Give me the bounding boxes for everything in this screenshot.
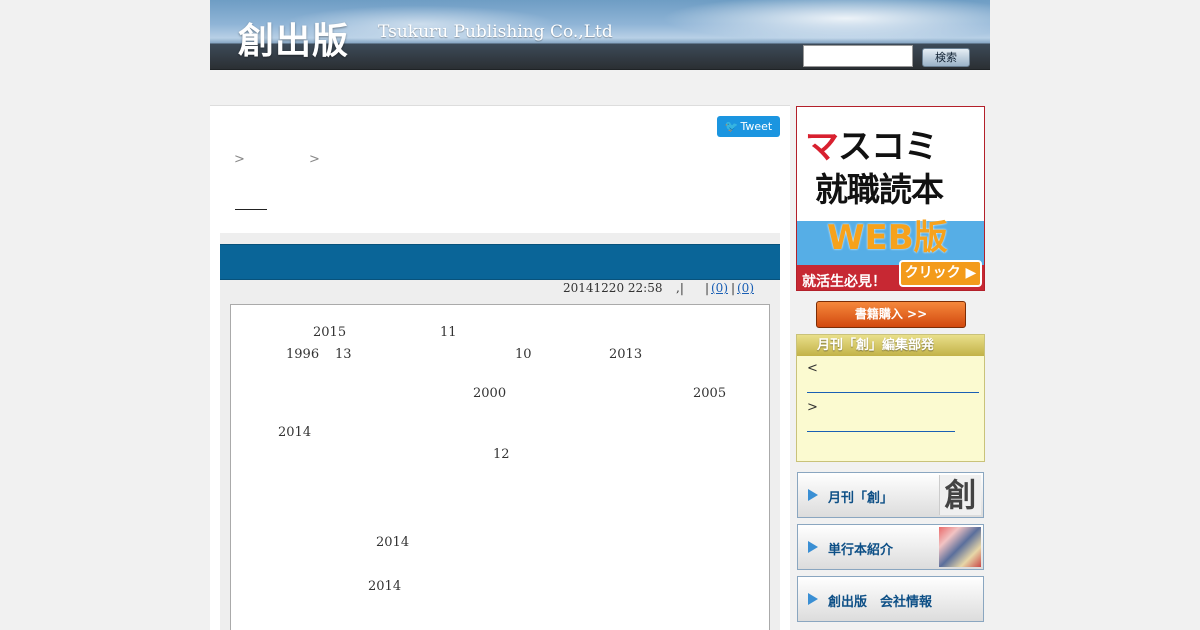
nav-company-info[interactable]: 創出版 会社情報 <box>797 576 984 622</box>
banner-line1: マスコミ <box>805 119 938 168</box>
main-content: 🐦 Tweet > > 20141220 22:58 ,| | (0) | (0)… <box>210 105 790 630</box>
meta-separator: | <box>705 281 710 295</box>
article-text: 2014 <box>368 579 402 594</box>
search-button[interactable]: 検索 <box>922 48 970 67</box>
site-header: 創出版 Tsukuru Publishing Co.,Ltd 検索 <box>210 0 990 70</box>
books-thumbnail <box>939 527 981 567</box>
nav-label: 単行本紹介 <box>828 543 894 558</box>
mascomi-web-banner[interactable]: マスコミ 就職読本 WEB版 就活生必見！ クリック ▶ <box>796 106 985 291</box>
site-logo[interactable]: 創出版 <box>238 12 349 64</box>
magazine-thumbnail: 創 <box>939 475 981 515</box>
breadcrumb: > > <box>220 151 320 167</box>
breadcrumb-separator: > <box>234 152 245 167</box>
category-link[interactable] <box>235 198 267 210</box>
page: 創出版 Tsukuru Publishing Co.,Ltd 検索 🐦 Tweet… <box>0 0 1200 630</box>
comments-link[interactable]: (0) <box>711 281 728 295</box>
sidebar: マスコミ 就職読本 WEB版 就活生必見！ クリック ▶ 書籍購入 >> 月刊「… <box>790 105 990 630</box>
header-cloud <box>630 0 990 46</box>
article-body: 2015 11 1996 13 10 2013 2000 2005 2014 1… <box>230 304 770 630</box>
buy-books-button[interactable]: 書籍購入 >> <box>816 301 966 328</box>
banner-must-see: 就活生必見！ <box>802 274 886 290</box>
banner-line3: WEB版 <box>827 218 948 258</box>
banner-line1-ma: マ <box>805 127 839 167</box>
article-text: 2014 <box>278 425 312 440</box>
site-logo-english: Tsukuru Publishing Co.,Ltd <box>378 22 613 42</box>
breadcrumb-category-link[interactable] <box>251 151 309 163</box>
nav-label: 創出版 会社情報 <box>828 595 933 610</box>
article-text: 1996 <box>286 347 320 362</box>
article-text: 2000 <box>473 386 507 401</box>
article-text: 2005 <box>693 386 727 401</box>
twitter-bird-icon: 🐦 <box>724 120 739 133</box>
post-date: 20141220 22:58 <box>563 281 663 295</box>
play-arrow-icon <box>808 593 818 605</box>
breadcrumb-home-link[interactable] <box>220 151 234 163</box>
next-post-link[interactable] <box>807 431 955 432</box>
article-text: 13 <box>335 347 352 362</box>
editorial-blog-title[interactable]: 月刊「創」編集部発 <box>797 335 984 356</box>
tweet-button[interactable]: 🐦 Tweet <box>717 116 780 137</box>
category-meta-link[interactable] <box>687 281 701 293</box>
article-meta: 20141220 22:58 ,| | (0) | (0) <box>220 280 780 300</box>
banner-line1-rest: スコミ <box>838 127 938 167</box>
editorial-blog-box: 月刊「創」編集部発 < > <box>796 334 985 462</box>
tweet-label: Tweet <box>740 120 773 133</box>
article-text: 11 <box>440 325 457 340</box>
article-text: 2013 <box>609 347 643 362</box>
next-marker: > <box>807 400 818 415</box>
prev-marker: < <box>807 361 818 376</box>
trackbacks-link[interactable]: (0) <box>737 281 779 295</box>
breadcrumb-separator: > <box>309 152 320 167</box>
article-text: 2014 <box>376 535 410 550</box>
nav-monthly-tsukuru[interactable]: 月刊「創」 創 <box>797 472 984 518</box>
search-input[interactable] <box>803 45 913 67</box>
nav-label: 月刊「創」 <box>828 491 894 506</box>
meta-separator: ,| <box>676 281 684 295</box>
prev-post-link[interactable] <box>807 392 979 393</box>
article-text: 10 <box>515 347 532 362</box>
banner-click-button[interactable]: クリック ▶ <box>899 260 982 287</box>
banner-line2: 就職読本 <box>815 170 944 209</box>
play-arrow-icon <box>808 489 818 501</box>
nav-books[interactable]: 単行本紹介 <box>797 524 984 570</box>
play-arrow-icon <box>808 541 818 553</box>
meta-separator: | <box>731 281 736 295</box>
article-text: 2015 <box>313 325 347 340</box>
article-text: 12 <box>493 447 510 462</box>
article-title-bar <box>220 244 780 280</box>
